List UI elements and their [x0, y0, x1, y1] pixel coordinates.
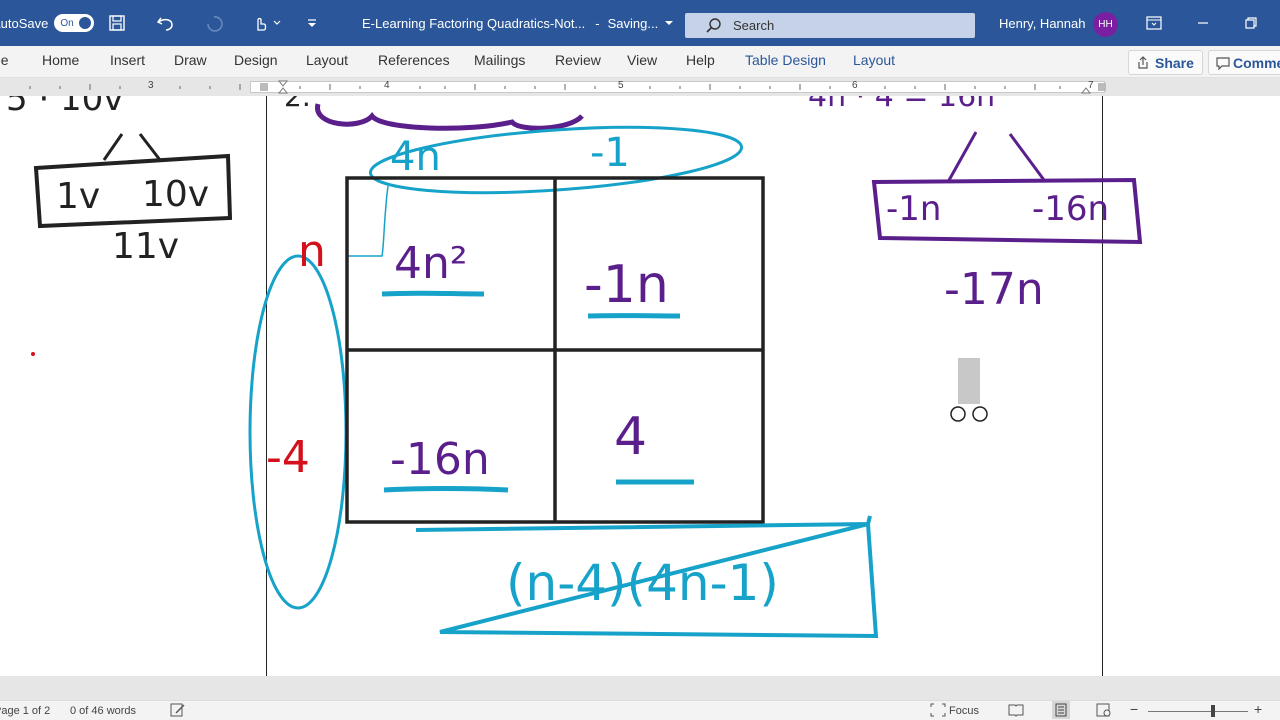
tab-layout[interactable]: Layout	[306, 52, 348, 68]
tab-design[interactable]: Design	[234, 52, 278, 68]
comments-label: Comments	[1233, 54, 1280, 71]
cell-bottom-right: 4	[614, 407, 647, 467]
cell-top-left: 4n²	[394, 238, 468, 289]
focus-button[interactable]: Focus	[949, 705, 979, 717]
word-count[interactable]: 0 of 46 words	[70, 705, 136, 717]
tab-insert[interactable]: Insert	[110, 52, 145, 68]
ribbon-display-icon[interactable]	[1146, 0, 1162, 46]
tab-references[interactable]: References	[378, 52, 450, 68]
problem-number: 2.	[284, 96, 311, 113]
focus-icon[interactable]	[930, 703, 946, 720]
page-info[interactable]: Page 1 of 2	[0, 705, 50, 717]
ruler-number: 7	[1088, 80, 1094, 91]
doc-title-text: E-Learning Factoring Quadratics-Not...	[362, 15, 586, 31]
restore-icon[interactable]	[1245, 0, 1257, 46]
proofing-icon[interactable]	[170, 703, 186, 720]
left-sum: 11v	[112, 226, 179, 267]
pen-cursor-icon	[958, 358, 980, 404]
save-icon[interactable]	[108, 0, 126, 46]
ruler-number: 5	[618, 80, 624, 91]
answer-text: (n-4)(4n-1)	[506, 554, 779, 612]
right-branch-lines	[946, 131, 1046, 183]
tab-help[interactable]: Help	[686, 52, 715, 68]
ribbon-tabs: File Home Insert Draw Design Layout Refe…	[0, 46, 1280, 78]
user-name[interactable]: Henry, Hannah	[999, 0, 1085, 46]
tab-home[interactable]: Home	[42, 52, 79, 68]
side-factor-1: n	[298, 226, 326, 277]
cell-top-right: -1n	[584, 255, 669, 315]
ruler-number: 3	[148, 80, 154, 91]
red-dot	[31, 352, 35, 356]
left-factor-2: 10v	[142, 174, 209, 215]
web-layout-icon[interactable]	[1096, 703, 1112, 720]
tab-draw[interactable]: Draw	[174, 52, 207, 68]
zoom-in-icon[interactable]: +	[1254, 701, 1262, 717]
side-factor-2: -4	[266, 432, 310, 483]
status-bar: Page 1 of 2 0 of 46 words Focus − +	[0, 700, 1280, 720]
tab-mailings[interactable]: Mailings	[474, 52, 525, 68]
ruler[interactable]: 3 4 5 6 7	[0, 78, 1280, 96]
ruler-number: 4	[384, 80, 390, 91]
read-mode-icon[interactable]	[1008, 703, 1024, 720]
print-layout-icon[interactable]	[1052, 701, 1070, 719]
document-title[interactable]: E-Learning Factoring Quadratics-Not... -…	[362, 0, 674, 46]
left-top-ink: 5 · 10v	[6, 96, 123, 119]
tab-table-design[interactable]: Table Design	[745, 52, 826, 68]
save-status: Saving...	[607, 15, 659, 31]
search-input[interactable]: Search	[685, 13, 975, 38]
left-factor-1: 1v	[56, 176, 100, 217]
top-factor-1: 4n	[390, 134, 441, 180]
minimize-icon[interactable]	[1197, 0, 1209, 46]
autosave-state: On	[60, 17, 74, 29]
cell-underline	[381, 290, 485, 297]
chevron-down-icon	[665, 21, 674, 25]
word-window: AutoSave On E-Learning Factoring Quadrat…	[0, 0, 1280, 720]
comments-button[interactable]: Comments	[1208, 50, 1280, 75]
share-button[interactable]: Share	[1128, 50, 1203, 75]
tab-view[interactable]: View	[627, 52, 657, 68]
tab-file[interactable]: File	[0, 52, 9, 68]
comment-icon	[1216, 57, 1230, 70]
search-placeholder: Search	[733, 18, 775, 33]
right-factor-2: -16n	[1032, 189, 1109, 229]
ruler-number: 6	[852, 80, 858, 91]
redo-icon[interactable]	[204, 0, 224, 46]
share-label: Share	[1155, 54, 1194, 71]
search-icon	[706, 18, 721, 33]
avatar[interactable]: HH	[1093, 12, 1118, 37]
zoom-out-icon[interactable]: −	[1130, 701, 1138, 717]
left-branch-lines	[102, 133, 162, 161]
pen-tip-icon	[950, 406, 966, 422]
connector-line	[346, 185, 389, 257]
autosave-label: AutoSave	[0, 15, 49, 31]
touch-mode-icon[interactable]	[252, 0, 282, 46]
right-factor-1: -1n	[886, 189, 941, 229]
zoom-slider[interactable]	[1148, 711, 1248, 712]
cell-bottom-left: -16n	[390, 434, 490, 485]
right-top-ink: 4n · 4 = 16n	[808, 96, 995, 114]
autosave-toggle[interactable]: On	[54, 14, 95, 32]
ink-canvas[interactable]: 5 · 10v 1v 10v 11v 2. 4n -1 n -4 4n² -1n…	[0, 96, 1280, 676]
customize-toolbar-icon[interactable]	[306, 0, 318, 46]
cell-underline	[383, 486, 509, 493]
share-icon	[1138, 56, 1148, 69]
top-factor-2: -1	[590, 130, 630, 176]
tab-table-layout[interactable]: Layout	[853, 52, 895, 68]
purple-loop-marks	[315, 103, 584, 131]
pen-tip-icon	[972, 406, 988, 422]
right-sum: -17n	[944, 264, 1044, 315]
title-bar: AutoSave On E-Learning Factoring Quadrat…	[0, 0, 1280, 46]
tab-review[interactable]: Review	[555, 52, 601, 68]
autosave-control[interactable]: AutoSave On	[0, 0, 95, 46]
undo-icon[interactable]	[156, 0, 176, 46]
zoom-slider-thumb[interactable]	[1211, 705, 1215, 717]
